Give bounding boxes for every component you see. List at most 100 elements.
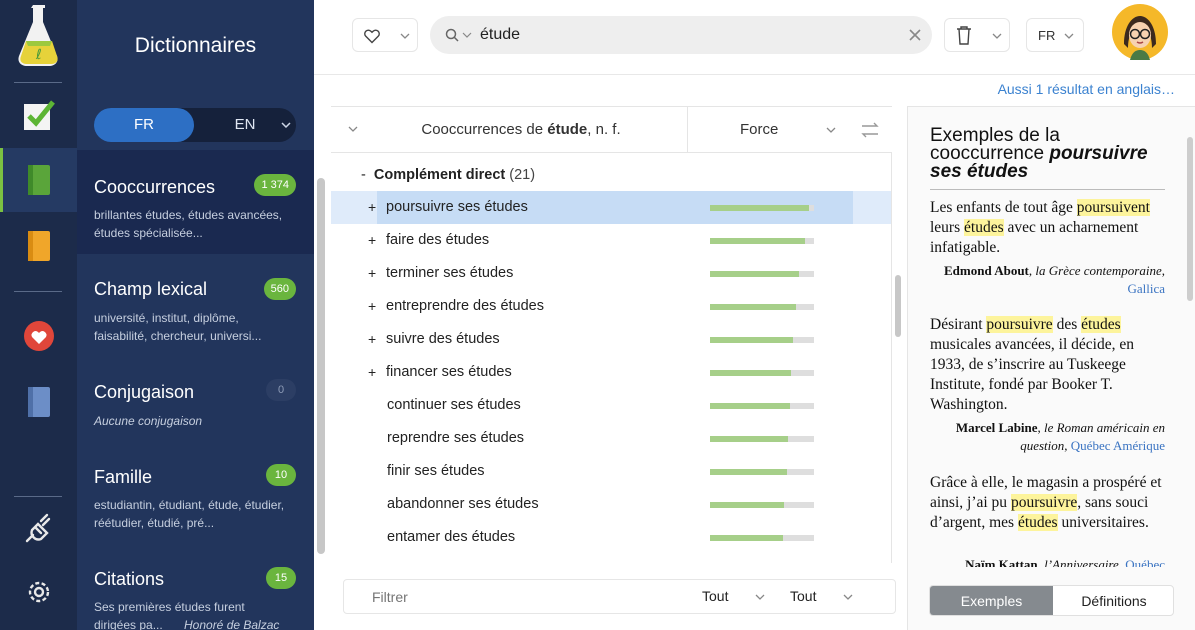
row-label: entreprendre des études [386,298,544,314]
tab-definitions[interactable]: Définitions [1053,586,1173,615]
orange-book-guide-icon[interactable] [0,214,77,278]
filter-input[interactable] [344,580,644,613]
examples-scrollbar[interactable] [1187,137,1193,301]
table-row[interactable]: + faire des études [331,224,892,257]
table-row[interactable]: + entreprendre des études [331,290,892,323]
count-badge: 15 [266,567,296,589]
ex-part: musicales avancées, il décide, en 1933, … [930,336,1134,413]
example-text: Grâce à elle, le magasin a prospéré et a… [930,473,1165,533]
tab-exemples[interactable]: Exemples [930,586,1053,615]
user-avatar[interactable] [1112,4,1168,60]
strength-fill [710,205,809,211]
table-row[interactable]: abandonner ses études [331,488,892,521]
strength-fill [710,436,788,442]
table-scrollbar[interactable] [895,275,901,337]
example-text: Désirant poursuivre des études musicales… [930,315,1165,415]
panel-title: Dictionnaires [134,34,257,57]
highlight: études [1081,316,1121,333]
expand-toggle[interactable]: + [368,298,376,314]
expand-toggle[interactable]: + [368,364,376,380]
title-post: , n. f. [587,121,621,138]
ex-part: leurs [930,219,965,236]
table-divider [891,152,892,563]
lang-fr-button[interactable]: FR [94,108,194,142]
table-row[interactable]: + financer ses études [331,356,892,389]
source-author: Edmond About [943,263,1029,278]
collapse-toggle: - [361,167,374,183]
table-row[interactable]: + suivre des études [331,323,892,356]
row-label: finir ses études [387,463,485,479]
group-count: (21) [509,167,536,183]
chevron-down-icon[interactable] [280,119,292,131]
search-bar [430,16,932,54]
chevron-down-icon[interactable] [842,592,854,602]
source-link[interactable]: Québec Amérique [1071,438,1165,453]
table-row[interactable]: entamer des études [331,521,892,554]
force-label: Force [740,121,779,138]
chevron-down-icon[interactable] [754,592,766,602]
strength-bar [710,436,814,442]
highlight: études [964,219,1004,236]
app-logo-flask-icon[interactable]: ℓ [0,4,77,68]
filter-bar: Tout Tout [343,579,896,614]
dict-card-desc: brillantes études, études avancées, étud… [94,208,283,240]
expand-toggle[interactable]: + [368,265,376,281]
blue-book-icon[interactable] [0,370,77,434]
example-source: Marcel Labine, le Roman américain en que… [955,420,1165,453]
strength-fill [710,370,792,376]
search-input[interactable] [480,16,880,54]
expand-toggle[interactable]: + [368,331,376,347]
table-row[interactable]: + terminer ses études [331,257,892,290]
dict-card-desc: estudiantin, étudiant, étude, étudier, r… [94,498,285,530]
strength-fill [710,502,784,508]
force-sort-header[interactable]: Force [687,107,892,153]
also-english-link[interactable]: Aussi 1 résultat en anglais… [998,81,1175,97]
ex-part: universitaires. [1057,514,1149,531]
dict-card-famille[interactable]: Famille 10 estudiantin, étudiant, étude,… [77,446,314,546]
list-scrollbar[interactable] [317,178,325,554]
table-row[interactable]: continuer ses études [331,389,892,422]
trash-dropdown-button[interactable] [944,18,1010,52]
source-link[interactable]: Gallica [1127,281,1165,296]
dict-card-name: Cooccurrences [94,177,216,197]
heart-outline-icon [364,29,380,44]
gear-settings-icon[interactable] [0,560,77,624]
checkbox-correction-icon[interactable] [0,83,77,147]
citation-author: Honoré de Balzac [184,618,280,630]
dict-card-conjugaison[interactable]: Conjugaison 0 Aucune conjugaison [77,358,314,446]
language-value: FR [1038,28,1056,43]
heart-favorites-icon[interactable] [0,304,77,368]
examples-tabs: Exemples Définitions [929,585,1174,616]
dict-card-champ-lexical[interactable]: Champ lexical 560 université, institut, … [77,254,314,358]
chevron-down-icon[interactable] [462,31,472,39]
examples-title-pre: Exemples de la cooccurrence [930,125,1060,164]
group-complement-direct[interactable]: - Complément direct (21) [361,167,535,183]
green-book-dictionary-icon[interactable] [0,148,77,212]
filter-select-1[interactable]: Tout [702,588,728,604]
table-header: Cooccurrences de étude, n. f. Force [331,107,892,153]
filter-select-2[interactable]: Tout [790,588,816,604]
row-label: continuer ses études [387,397,521,413]
search-icon[interactable] [445,28,459,42]
table-row[interactable]: + poursuivre ses études [331,191,892,224]
dict-card-citations[interactable]: Citations 15 Ses premières études furent… [77,546,314,630]
language-select[interactable]: FR [1026,18,1084,52]
dict-card-cooccurrences[interactable]: Cooccurrences 1 374 brillantes études, é… [77,150,314,254]
count-badge: 10 [266,464,296,486]
language-toggle: FR EN [94,108,296,142]
expand-toggle[interactable]: + [368,199,376,215]
strength-bar [710,304,814,310]
count-badge: 1 374 [254,174,296,196]
favorite-dropdown-button[interactable] [352,18,418,52]
swap-arrows-icon[interactable] [860,121,880,139]
expand-toggle[interactable]: + [368,232,376,248]
dict-card-desc: université, institut, diplôme, faisabili… [94,311,262,343]
clear-search-icon[interactable] [908,28,922,42]
plug-icon[interactable] [0,497,77,561]
highlight: poursuivent [1076,199,1150,216]
row-label: poursuivre ses études [386,199,528,215]
table-row[interactable]: finir ses études [331,455,892,488]
chevron-down-icon[interactable] [347,124,359,134]
source-link[interactable]: Québec [1125,557,1165,567]
table-row[interactable]: reprendre ses études [331,422,892,455]
